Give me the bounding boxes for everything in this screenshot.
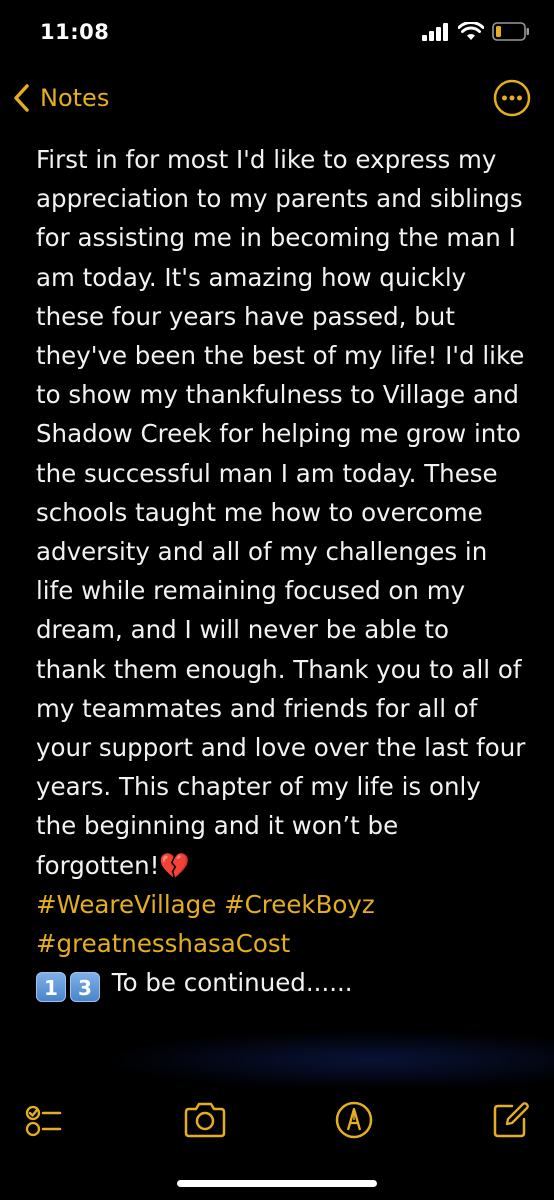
continued-text: To be continued......	[104, 968, 353, 998]
status-time: 11:08	[40, 20, 110, 44]
battery-icon	[492, 22, 529, 41]
wifi-icon	[458, 22, 484, 40]
note-body[interactable]: First in for most I'd like to express my…	[36, 140, 526, 1003]
camera-icon[interactable]	[182, 1100, 228, 1140]
hashtag-line: #WeareVillage #CreekBoyz	[36, 889, 375, 919]
compose-icon[interactable]	[490, 1100, 530, 1140]
keycap-digit-emoji: 1	[36, 972, 66, 1003]
checklist-icon[interactable]	[24, 1100, 64, 1140]
bottom-toolbar	[0, 1090, 554, 1150]
status-bar: 11:08	[0, 0, 554, 70]
cellular-signal-icon	[422, 22, 448, 41]
status-icons	[422, 22, 530, 41]
markup-pen-icon[interactable]	[334, 1100, 374, 1140]
hashtag-line: #greatnesshasaCost	[36, 929, 291, 959]
keycap-digit-emoji: 3	[70, 972, 100, 1003]
nav-bar: Notes	[0, 74, 554, 122]
background-glow	[100, 1030, 554, 1090]
home-indicator[interactable]	[177, 1180, 377, 1187]
note-paragraph: First in for most I'd like to express my…	[36, 145, 534, 880]
ellipsis-circle-icon[interactable]	[492, 78, 532, 118]
back-button[interactable]: Notes	[12, 74, 109, 122]
back-label: Notes	[40, 84, 110, 112]
chevron-left-icon	[14, 84, 29, 112]
